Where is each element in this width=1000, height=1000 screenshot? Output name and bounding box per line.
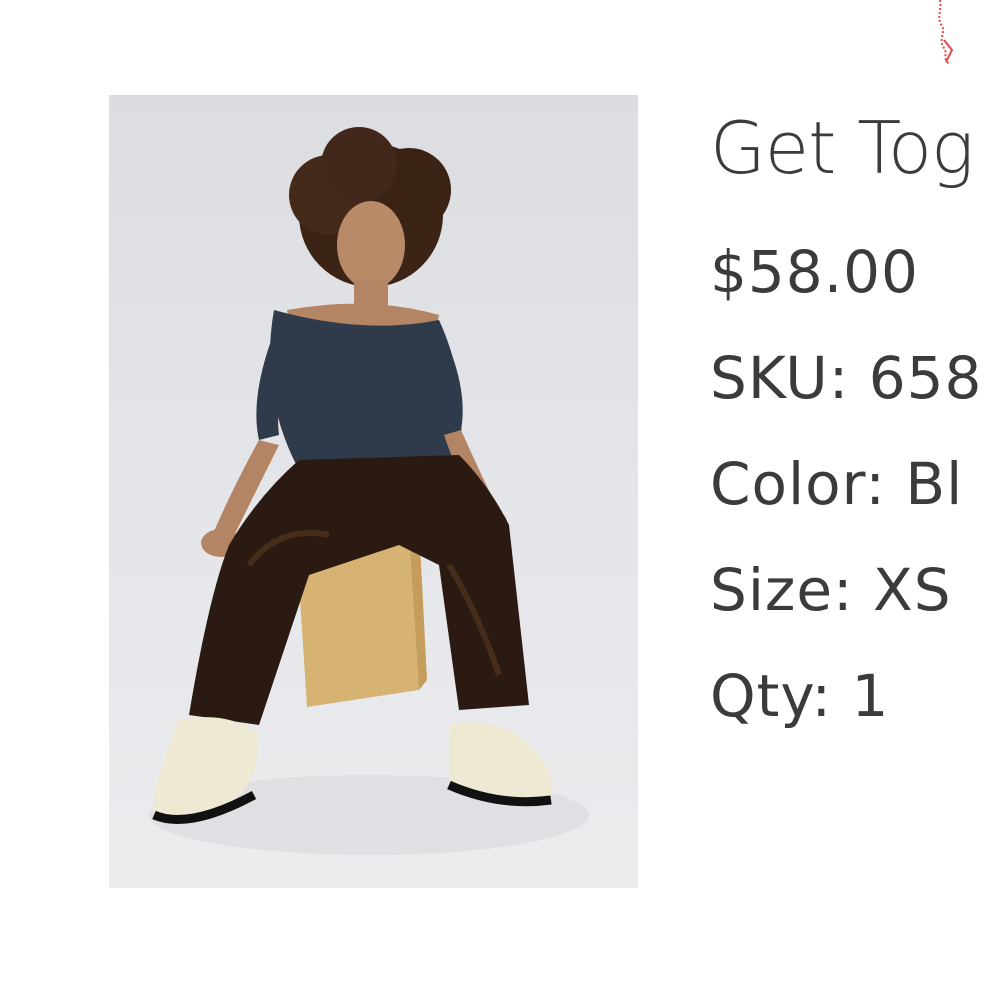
sku-row: SKU: 658: [710, 344, 1000, 412]
qty-label: Qty:: [710, 662, 852, 730]
product-price: $58.00: [710, 238, 919, 306]
size-value: XS: [873, 556, 952, 624]
size-row: Size: XS: [710, 556, 1000, 624]
product-details: Get Tog $58.00 SKU: 658 Color: Bl Size: …: [710, 100, 1000, 768]
receipt-page: Get Tog $58.00 SKU: 658 Color: Bl Size: …: [0, 0, 1000, 1000]
qty-row: Qty: 1: [710, 662, 1000, 730]
red-scribble-mark: [938, 0, 954, 65]
model-photo-illustration: [149, 127, 589, 855]
sku-label: SKU:: [710, 344, 869, 412]
sku-value: 658: [868, 344, 983, 412]
color-label: Color:: [710, 450, 906, 518]
color-value: Bl: [905, 450, 964, 518]
product-title[interactable]: Get Tog: [710, 100, 1000, 196]
product-image: [109, 95, 638, 888]
qty-value: 1: [851, 662, 890, 730]
size-label: Size:: [710, 556, 874, 624]
color-row: Color: Bl: [710, 450, 1000, 518]
